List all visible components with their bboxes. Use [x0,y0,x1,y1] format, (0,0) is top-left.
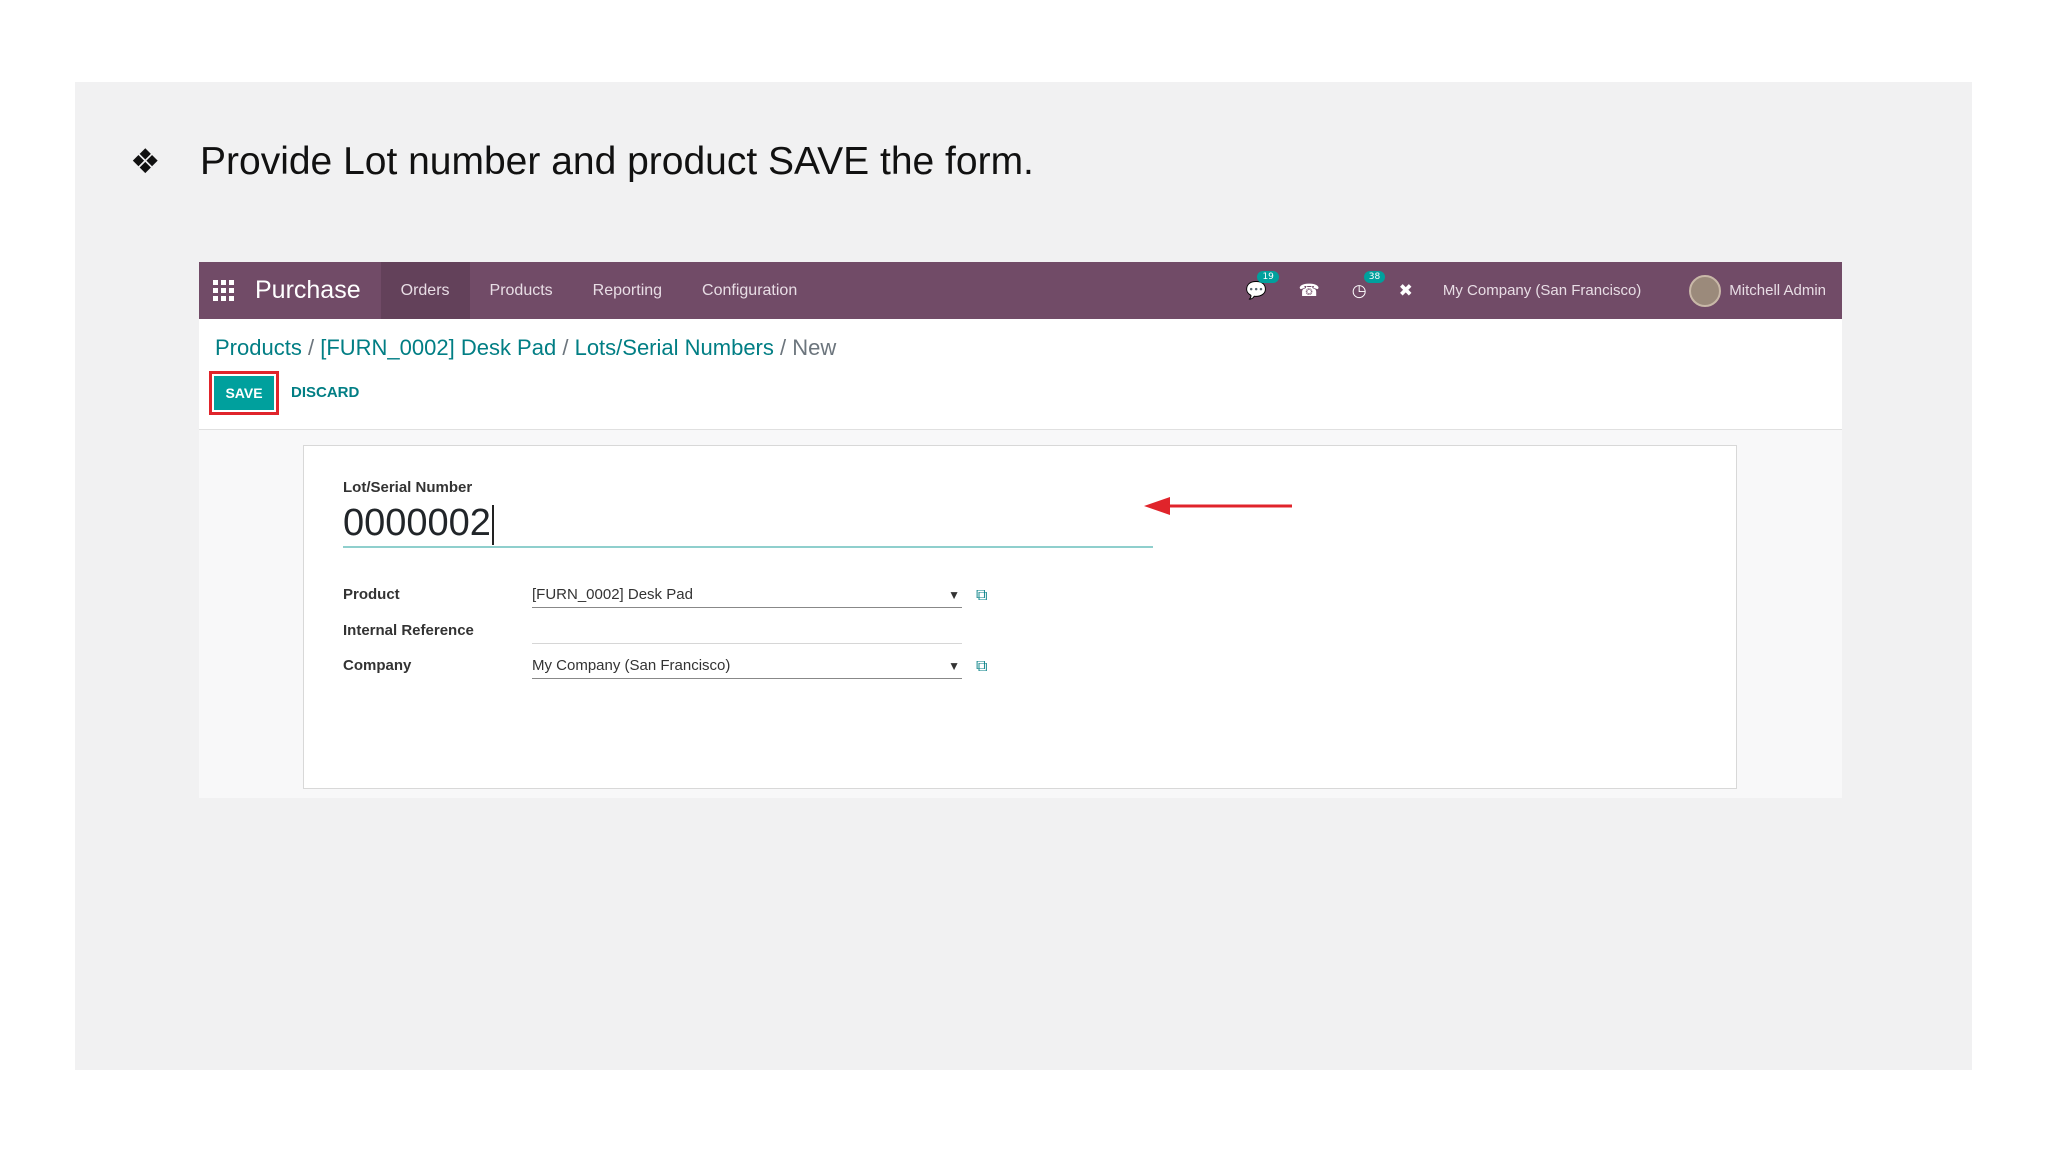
product-value: [FURN_0002] Desk Pad [532,586,693,603]
external-link-icon[interactable]: ⧉ [976,585,987,605]
messages-badge: 19 [1257,270,1279,283]
clock-icon[interactable]: ◷ 38 [1352,270,1386,301]
breadcrumb-separator: / [780,335,787,360]
save-button[interactable]: SAVE [214,376,274,410]
breadcrumb-lots[interactable]: Lots/Serial Numbers [575,335,774,360]
company-label: Company [343,657,412,674]
chat-icon[interactable]: 💬 19 [1245,270,1279,301]
chevron-down-icon[interactable]: ▼ [948,653,960,679]
breadcrumb-current: New [792,335,837,360]
discard-button[interactable]: DISCARD [291,376,359,410]
breadcrumb-separator: / [307,335,315,360]
user-menu[interactable]: Mitchell Admin [1729,282,1826,299]
company-field[interactable]: My Company (San Francisco) ▼ [532,653,962,679]
tools-icon[interactable]: ✖ [1399,281,1413,301]
menu-products[interactable]: Products [470,262,573,319]
activities-badge: 38 [1363,270,1386,283]
lot-serial-input[interactable]: 0000002 [343,498,1153,548]
menu-orders[interactable]: Orders [380,262,470,319]
company-switcher[interactable]: My Company (San Francisco) [1443,282,1641,299]
breadcrumb-separator: / [562,335,569,360]
menu-configuration[interactable]: Configuration [682,262,817,319]
odoo-screenshot: Purchase Orders Products Reporting Confi… [199,262,1842,798]
external-link-icon[interactable]: ⧉ [976,656,987,676]
form-sheet: Lot/Serial Number 0000002 Product [FURN_… [303,445,1737,789]
red-arrow-icon [1144,497,1292,515]
product-field[interactable]: [FURN_0002] Desk Pad ▼ [532,582,962,608]
apps-grid-icon[interactable] [213,279,235,302]
text-cursor [491,504,494,545]
breadcrumb: Products / [FURN_0002] Desk Pad / Lots/S… [215,335,836,361]
slide-background: ❖ Provide Lot number and product SAVE th… [75,82,1972,1070]
instruction-text: Provide Lot number and product SAVE the … [200,140,1034,183]
systray: 💬 19 ☎ ◷ 38 ✖ My Company (San Francisco) M… [1229,262,1842,319]
product-label: Product [343,586,400,603]
top-navbar: Purchase Orders Products Reporting Confi… [199,262,1842,319]
menu-reporting[interactable]: Reporting [573,262,682,319]
bullet-icon: ❖ [130,142,161,182]
avatar[interactable] [1689,274,1722,307]
chevron-down-icon[interactable]: ▼ [948,582,960,608]
company-value: My Company (San Francisco) [532,657,731,674]
internal-reference-label: Internal Reference [343,622,474,639]
breadcrumb-products[interactable]: Products [215,335,302,360]
control-panel: Products / [FURN_0002] Desk Pad / Lots/S… [199,319,1842,430]
lot-serial-value: 0000002 [343,502,491,544]
internal-reference-field[interactable] [532,618,962,644]
main-menu: Orders Products Reporting Configuration [380,262,818,319]
breadcrumb-product[interactable]: [FURN_0002] Desk Pad [320,335,556,360]
lot-serial-label: Lot/Serial Number [343,479,473,496]
phone-icon[interactable]: ☎ [1299,281,1320,301]
instruction-line: ❖ Provide Lot number and product SAVE th… [130,140,1034,184]
app-title[interactable]: Purchase [255,262,381,319]
